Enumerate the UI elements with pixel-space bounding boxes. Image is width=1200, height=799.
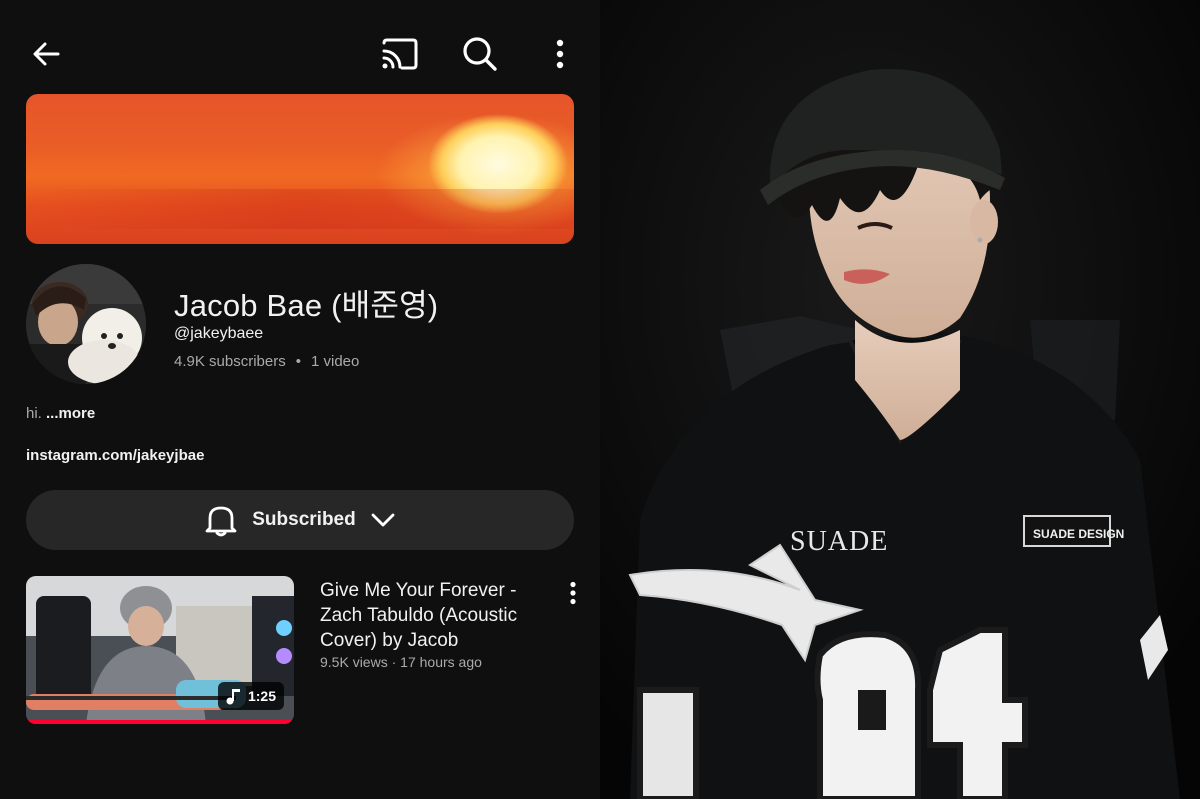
chevron-down-icon [371, 513, 395, 527]
portrait-image: SUADE SUADE DESIGN [600, 0, 1200, 799]
channel-handle: @jakeybaee [174, 325, 264, 342]
video-views: 9.5K views [320, 654, 388, 670]
top-app-bar [0, 0, 600, 92]
back-arrow-icon [33, 42, 60, 66]
youtube-channel-screen: Jacob Bae (배준영) @jakeybaee 4.9K subscrib… [0, 0, 600, 799]
cast-icon [382, 38, 418, 70]
channel-description[interactable]: hi. ...more [26, 405, 95, 422]
subscribed-label: Subscribed [252, 509, 356, 530]
channel-stats: 4.9K subscribers • 1 video [174, 353, 359, 370]
subscribed-button[interactable]: Subscribed [26, 490, 574, 550]
description-text: hi. [26, 405, 42, 422]
channel-banner [26, 94, 574, 244]
music-note-icon [226, 689, 240, 705]
search-icon [463, 37, 497, 71]
more-link[interactable]: ...more [46, 405, 95, 422]
patch-text: SUADE DESIGN [1033, 527, 1124, 541]
bell-icon [205, 506, 237, 537]
video-thumbnail[interactable]: 1:25 [26, 576, 294, 724]
video-meta: 9.5K views · 17 hours ago [320, 654, 482, 670]
banner-sunset-haze [26, 189, 574, 229]
cast-button[interactable] [376, 30, 424, 78]
channel-link[interactable]: instagram.com/jakeyjbae [26, 447, 204, 464]
video-count: 1 video [310, 353, 360, 370]
more-vert-icon [556, 39, 564, 69]
stats-separator: • [295, 353, 301, 370]
avatar-photo [26, 264, 146, 384]
portrait-photo: SUADE SUADE DESIGN [600, 0, 1200, 799]
search-button[interactable] [456, 30, 504, 78]
video-meta-separator: · [391, 654, 397, 670]
subscriber-count: 4.9K subscribers [174, 353, 286, 370]
video-age: 17 hours ago [400, 654, 482, 670]
video-more-button[interactable] [558, 578, 588, 608]
video-list-item[interactable]: 1:25 Give Me Your Forever - Zach Tabuldo… [26, 576, 586, 726]
watch-progress-bar [26, 720, 294, 724]
duration-badge: 1:25 [217, 682, 284, 710]
shirt-brand-text: SUADE [790, 526, 888, 557]
more-options-button[interactable] [536, 30, 584, 78]
video-title[interactable]: Give Me Your Forever - Zach Tabuldo (Aco… [320, 578, 540, 653]
channel-name: Jacob Bae (배준영) [174, 288, 439, 323]
back-button[interactable] [22, 30, 70, 78]
more-vert-icon [570, 581, 576, 605]
video-duration: 1:25 [247, 688, 276, 704]
channel-avatar[interactable] [26, 264, 146, 384]
